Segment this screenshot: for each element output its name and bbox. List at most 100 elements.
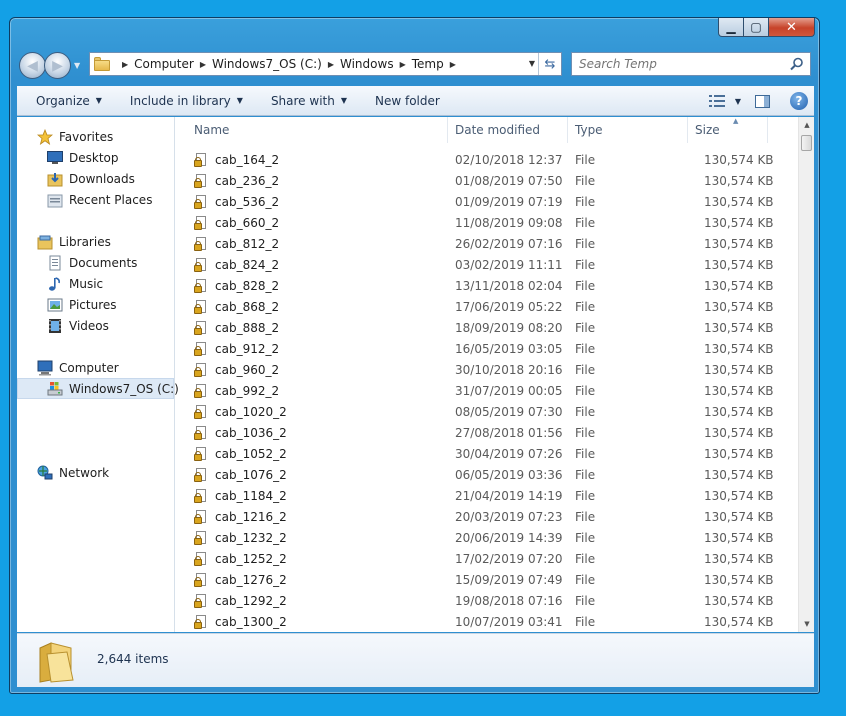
column-header-date-modified[interactable]: Date modified: [455, 117, 540, 143]
details-view-icon: [708, 95, 725, 107]
file-name: cab_1076_2: [215, 468, 287, 482]
breadcrumb-separator-icon[interactable]: ▶: [400, 60, 406, 69]
table-row[interactable]: cab_1020_2 08/05/2019 07:30 File 130,574 KB: [176, 402, 796, 423]
locked-file-icon: [194, 510, 207, 525]
column-divider[interactable]: [767, 117, 768, 143]
sidebar-item-documents[interactable]: Documents: [17, 252, 174, 273]
search-input[interactable]: [579, 57, 789, 71]
breadcrumb-temp[interactable]: Temp: [412, 57, 444, 71]
table-row[interactable]: cab_1252_2 17/02/2019 07:20 File 130,574 KB: [176, 549, 796, 570]
scrollbar-thumb[interactable]: [801, 135, 812, 151]
scroll-down-icon[interactable]: ▼: [799, 616, 814, 632]
forward-button[interactable]: ▶: [44, 52, 71, 79]
locked-file-icon: [194, 174, 207, 189]
table-row[interactable]: cab_888_2 18/09/2019 08:20 File 130,574 KB: [176, 318, 796, 339]
table-row[interactable]: cab_812_2 26/02/2019 07:16 File 130,574 KB: [176, 234, 796, 255]
sidebar-item-favorites[interactable]: Favorites: [17, 126, 174, 147]
file-name: cab_1276_2: [215, 573, 287, 587]
include-in-library-label: Include in library: [129, 93, 231, 108]
table-row[interactable]: cab_1300_2 10/07/2019 03:41 File 130,574 KB: [176, 612, 796, 632]
file-type: File: [575, 279, 596, 293]
sidebar-item-label: Recent Places: [69, 192, 153, 207]
breadcrumb-windows[interactable]: Windows: [340, 57, 394, 71]
new-folder-button[interactable]: New folder: [365, 94, 450, 108]
table-row[interactable]: cab_992_2 31/07/2019 00:05 File 130,574 KB: [176, 381, 796, 402]
sidebar-item-downloads[interactable]: Downloads: [17, 168, 174, 189]
item-count: 2,644 items: [97, 652, 169, 666]
sidebar-item-music[interactable]: Music: [17, 273, 174, 294]
close-button[interactable]: ✕: [769, 18, 815, 37]
sidebar-item-computer[interactable]: Computer: [17, 357, 174, 378]
locked-file-icon: [194, 384, 207, 399]
table-row[interactable]: cab_1076_2 06/05/2019 03:36 File 130,574 KB: [176, 465, 796, 486]
minimize-button[interactable]: ▁: [718, 18, 744, 37]
table-row[interactable]: cab_1276_2 15/09/2019 07:49 File 130,574 KB: [176, 570, 796, 591]
organize-button[interactable]: Organize ▼: [26, 94, 112, 108]
table-row[interactable]: cab_1184_2 21/04/2019 14:19 File 130,574 KB: [176, 486, 796, 507]
sidebar-item-label: Music: [69, 276, 104, 291]
chevron-down-icon: ▼: [734, 96, 741, 106]
file-name: cab_1036_2: [215, 426, 287, 440]
refresh-button[interactable]: ⇆: [538, 53, 561, 75]
table-row[interactable]: cab_164_2 02/10/2018 12:37 File 130,574 KB: [176, 150, 796, 171]
table-row[interactable]: cab_1036_2 27/08/2018 01:56 File 130,574 KB: [176, 423, 796, 444]
column-header-name[interactable]: Name: [194, 117, 229, 143]
share-with-button[interactable]: Share with ▼: [261, 94, 357, 108]
maximize-button[interactable]: ▢: [744, 18, 769, 37]
sidebar-item-pictures[interactable]: Pictures: [17, 294, 174, 315]
maximize-icon: ▢: [750, 20, 762, 34]
table-row[interactable]: cab_912_2 16/05/2019 03:05 File 130,574 KB: [176, 339, 796, 360]
file-size: 130,574 KB: [704, 321, 774, 335]
breadcrumb-drive[interactable]: Windows7_OS (C:): [212, 57, 322, 71]
vertical-scrollbar[interactable]: ▲ ▼: [798, 117, 814, 632]
sidebar-item-recent-places[interactable]: Recent Places: [17, 189, 174, 210]
help-button[interactable]: ?: [790, 92, 808, 110]
preview-pane-icon[interactable]: [755, 94, 770, 108]
column-divider[interactable]: [447, 117, 448, 143]
table-row[interactable]: cab_828_2 13/11/2018 02:04 File 130,574 KB: [176, 276, 796, 297]
sidebar-item-libraries[interactable]: Libraries: [17, 231, 174, 252]
include-in-library-button[interactable]: Include in library ▼: [120, 94, 253, 108]
table-row[interactable]: cab_1232_2 20/06/2019 14:39 File 130,574 KB: [176, 528, 796, 549]
table-row[interactable]: cab_536_2 01/09/2019 07:19 File 130,574 KB: [176, 192, 796, 213]
search-icon[interactable]: [790, 57, 804, 74]
locked-file-icon: [194, 258, 207, 273]
column-divider[interactable]: [567, 117, 568, 143]
sidebar-item-desktop[interactable]: Desktop: [17, 147, 174, 168]
table-row[interactable]: cab_1292_2 19/08/2018 07:16 File 130,574 KB: [176, 591, 796, 612]
breadcrumb-separator-icon[interactable]: ▶: [328, 60, 334, 69]
chevron-down-icon: ▼: [236, 96, 243, 105]
file-size: 130,574 KB: [704, 279, 774, 293]
minimize-icon: ▁: [726, 20, 736, 34]
breadcrumb-computer[interactable]: Computer: [134, 57, 194, 71]
file-size: 130,574 KB: [704, 447, 774, 461]
sidebar-item-label: Documents: [69, 255, 138, 270]
recent-pages-dropdown[interactable]: ▼: [74, 61, 80, 70]
breadcrumb-separator-icon[interactable]: ▶: [122, 60, 128, 69]
sidebar-item-label: Downloads: [69, 171, 135, 186]
file-size: 130,574 KB: [704, 363, 774, 377]
breadcrumb-separator-icon[interactable]: ▶: [200, 60, 206, 69]
table-row[interactable]: cab_824_2 03/02/2019 11:11 File 130,574 KB: [176, 255, 796, 276]
scroll-up-icon[interactable]: ▲: [799, 117, 814, 133]
breadcrumb-separator-icon[interactable]: ▶: [450, 60, 456, 69]
back-button[interactable]: ◀: [19, 52, 46, 79]
column-header-type[interactable]: Type: [575, 117, 603, 143]
column-header-size[interactable]: Size: [695, 117, 720, 143]
table-row[interactable]: cab_1216_2 20/03/2019 07:23 File 130,574 KB: [176, 507, 796, 528]
sidebar-item-videos[interactable]: Videos: [17, 315, 174, 336]
sidebar-item-network[interactable]: Network: [17, 462, 174, 483]
change-view-button[interactable]: ▼: [708, 95, 741, 107]
table-row[interactable]: cab_660_2 11/08/2019 09:08 File 130,574 KB: [176, 213, 796, 234]
file-name: cab_1292_2: [215, 594, 287, 608]
table-row[interactable]: cab_868_2 17/06/2019 05:22 File 130,574 KB: [176, 297, 796, 318]
address-bar[interactable]: ▶ Computer ▶ Windows7_OS (C:) ▶ Windows …: [89, 52, 562, 76]
column-divider[interactable]: [687, 117, 688, 143]
table-row[interactable]: cab_236_2 01/08/2019 07:50 File 130,574 KB: [176, 171, 796, 192]
file-type: File: [575, 363, 596, 377]
address-dropdown-icon[interactable]: ▼: [529, 59, 535, 68]
table-row[interactable]: cab_960_2 30/10/2018 20:16 File 130,574 KB: [176, 360, 796, 381]
table-row[interactable]: cab_1052_2 30/04/2019 07:26 File 130,574 KB: [176, 444, 796, 465]
file-size: 130,574 KB: [704, 384, 774, 398]
sidebar-item-drive[interactable]: Windows7_OS (C:): [17, 378, 179, 399]
